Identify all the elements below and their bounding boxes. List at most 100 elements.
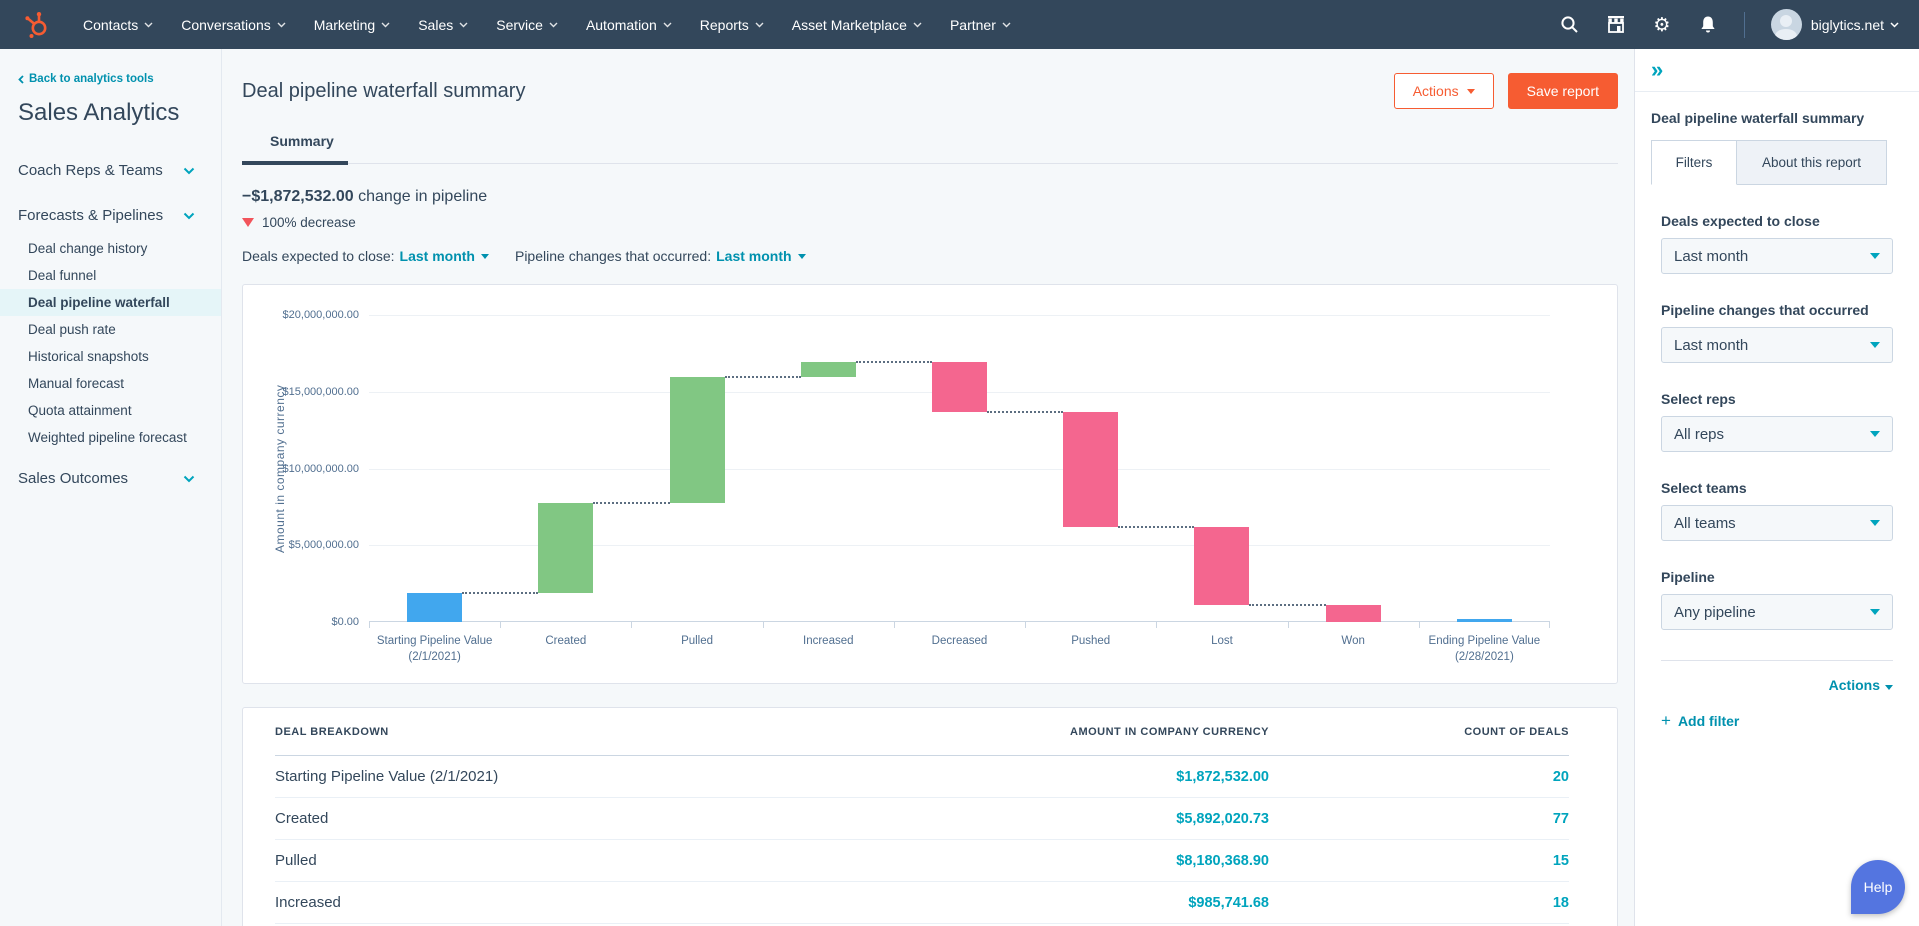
- inline-filter-value[interactable]: Last month: [716, 248, 805, 264]
- filter-groups: Deals expected to closeLast month Pipelin…: [1635, 213, 1919, 630]
- filter-group: Deals expected to closeLast month: [1661, 213, 1893, 274]
- x-axis-tick: [1156, 622, 1157, 628]
- deal-count-link[interactable]: 18: [1553, 895, 1569, 911]
- add-filter-link[interactable]: + Add filter: [1635, 711, 1919, 731]
- inline-filter-value-label: Last month: [716, 248, 791, 264]
- sidebar-section-sales-outcomes[interactable]: Sales Outcomes: [0, 461, 221, 496]
- nav-item-asset-marketplace[interactable]: Asset Marketplace: [778, 0, 936, 49]
- help-button[interactable]: Help: [1851, 860, 1905, 914]
- inline-filter-label: Deals expected to close:: [242, 248, 395, 264]
- chevron-down-icon: [663, 22, 672, 28]
- filter-select-select-reps[interactable]: All reps: [1661, 416, 1893, 452]
- chevron-down-icon: [1002, 22, 1011, 28]
- deal-breakdown-cell: Increased: [275, 894, 949, 911]
- sidebar-item-deal-pipeline-waterfall[interactable]: Deal pipeline waterfall: [0, 289, 221, 316]
- filter-select-pipeline-changes-that-occurred[interactable]: Last month: [1661, 327, 1893, 363]
- tab-about-this-report[interactable]: About this report: [1737, 140, 1887, 185]
- x-axis-tick: [1419, 622, 1420, 628]
- actions-button[interactable]: Actions: [1394, 73, 1494, 109]
- sidebar-section-label: Coach Reps & Teams: [18, 162, 163, 179]
- sidebar-section-coach-reps-teams[interactable]: Coach Reps & Teams: [0, 153, 221, 188]
- tab-summary[interactable]: Summary: [242, 133, 348, 165]
- waterfall-chart-plot: $20,000,000.00$15,000,000.00$10,000,000.…: [369, 315, 1550, 622]
- caret-down-icon: [1885, 685, 1893, 690]
- sidebar-item-quota-attainment[interactable]: Quota attainment: [0, 397, 221, 424]
- main-menu: ContactsConversations Marketing SalesServi…: [69, 0, 1025, 49]
- deal-count-link[interactable]: 20: [1553, 769, 1569, 785]
- filter-label: Pipeline changes that occurred: [1661, 302, 1893, 318]
- nav-item-contacts[interactable]: Contacts: [69, 0, 167, 49]
- x-axis-label-line1: Starting Pipeline Value: [369, 633, 500, 649]
- plus-icon: +: [1661, 711, 1671, 730]
- chevron-down-icon: [1890, 22, 1899, 28]
- y-axis-tick-label: $20,000,000.00: [283, 309, 359, 321]
- add-filter-label: Add filter: [1678, 713, 1739, 729]
- table-row: Pulled$8,180,368.9015: [275, 840, 1569, 882]
- settings-icon[interactable]: ⚙: [1652, 15, 1672, 35]
- sidebar-item-deal-push-rate[interactable]: Deal push rate: [0, 316, 221, 343]
- nav-item-sales[interactable]: Sales: [404, 0, 482, 49]
- decrease-triangle-icon: [242, 218, 254, 227]
- sidebar-item-manual-forecast[interactable]: Manual forecast: [0, 370, 221, 397]
- search-icon[interactable]: [1560, 15, 1580, 35]
- x-axis-label-line2: (2/28/2021): [1419, 649, 1550, 665]
- sidebar-item-historical-snapshots[interactable]: Historical snapshots: [0, 343, 221, 370]
- x-axis-category-label: Ending Pipeline Value(2/28/2021): [1419, 633, 1550, 665]
- nav-item-label: Asset Marketplace: [792, 17, 907, 33]
- filter-select-pipeline[interactable]: Any pipeline: [1661, 594, 1893, 630]
- account-menu[interactable]: biglytics.net: [1771, 9, 1899, 40]
- nav-item-service[interactable]: Service: [482, 0, 572, 49]
- chevron-left-icon: [18, 75, 24, 84]
- sidebar-section-label: Forecasts & Pipelines: [18, 207, 163, 224]
- sidebar-item-deal-funnel[interactable]: Deal funnel: [0, 262, 221, 289]
- filter-select-select-teams[interactable]: All teams: [1661, 505, 1893, 541]
- chevron-down-icon: [755, 22, 764, 28]
- deal-count-link[interactable]: 15: [1553, 853, 1569, 869]
- sidebar-item-weighted-pipeline-forecast[interactable]: Weighted pipeline forecast: [0, 424, 221, 451]
- pipeline-delta: 100% decrease: [242, 215, 1618, 230]
- marketplace-icon[interactable]: [1606, 15, 1626, 35]
- amount-link[interactable]: $985,741.68: [1188, 895, 1269, 911]
- nav-item-automation[interactable]: Automation: [572, 0, 686, 49]
- filter-select-deals-expected-to-close[interactable]: Last month: [1661, 238, 1893, 274]
- waterfall-bar-decreased: [932, 362, 987, 412]
- notifications-icon[interactable]: [1698, 15, 1718, 35]
- nav-item-marketing[interactable]: Marketing: [300, 0, 404, 49]
- save-report-button[interactable]: Save report: [1508, 73, 1618, 109]
- deal-count-link[interactable]: 77: [1553, 811, 1569, 827]
- nav-item-reports[interactable]: Reports: [686, 0, 778, 49]
- table-header-cell: AMOUNT IN COMPANY CURRENCY: [949, 726, 1269, 738]
- x-axis-tick: [894, 622, 895, 628]
- sidebar-item-deal-change-history[interactable]: Deal change history: [0, 235, 221, 262]
- back-to-analytics-link[interactable]: Back to analytics tools: [18, 73, 221, 85]
- table-row: Increased $985,741.68 18: [275, 882, 1569, 924]
- report-header: Deal pipeline waterfall summary Actions …: [242, 73, 1618, 109]
- nav-item-conversations[interactable]: Conversations: [167, 0, 300, 49]
- top-navigation: ContactsConversations Marketing SalesServi…: [0, 0, 1919, 49]
- x-axis-category-label: Created: [500, 633, 631, 649]
- hubspot-logo-icon[interactable]: [24, 11, 51, 39]
- filter-group: PipelineAny pipeline: [1661, 569, 1893, 630]
- waterfall-bar-pushed: [1063, 412, 1118, 527]
- nav-item-label: Marketing: [314, 17, 375, 33]
- caret-down-icon: [1870, 431, 1880, 437]
- waterfall-connector: [1249, 604, 1325, 606]
- amount-link[interactable]: $8,180,368.90: [1176, 853, 1269, 869]
- panel-divider: [1661, 660, 1893, 661]
- panel-actions-link[interactable]: Actions: [1635, 677, 1919, 693]
- caret-down-icon: [798, 254, 806, 259]
- waterfall-bar-won: [1326, 605, 1381, 622]
- inline-filter-value[interactable]: Last month: [400, 248, 489, 264]
- amount-link[interactable]: $1,872,532.00: [1176, 769, 1269, 785]
- tab-filters[interactable]: Filters: [1651, 140, 1737, 185]
- sidebar-section: Forecasts & Pipelines Deal change history…: [0, 198, 221, 451]
- y-axis-tick-label: $10,000,000.00: [283, 463, 359, 475]
- nav-item-partner[interactable]: Partner: [936, 0, 1025, 49]
- sidebar-section-forecasts-pipelines[interactable]: Forecasts & Pipelines: [0, 198, 221, 233]
- caret-down-icon: [1870, 342, 1880, 348]
- collapse-panel-icon[interactable]: »: [1651, 59, 1661, 81]
- amount-link[interactable]: $5,892,020.73: [1176, 811, 1269, 827]
- waterfall-bar-created: [538, 503, 593, 593]
- inline-filter: Pipeline changes that occurred:Last mont…: [515, 248, 806, 264]
- filter-label: Select teams: [1661, 480, 1893, 496]
